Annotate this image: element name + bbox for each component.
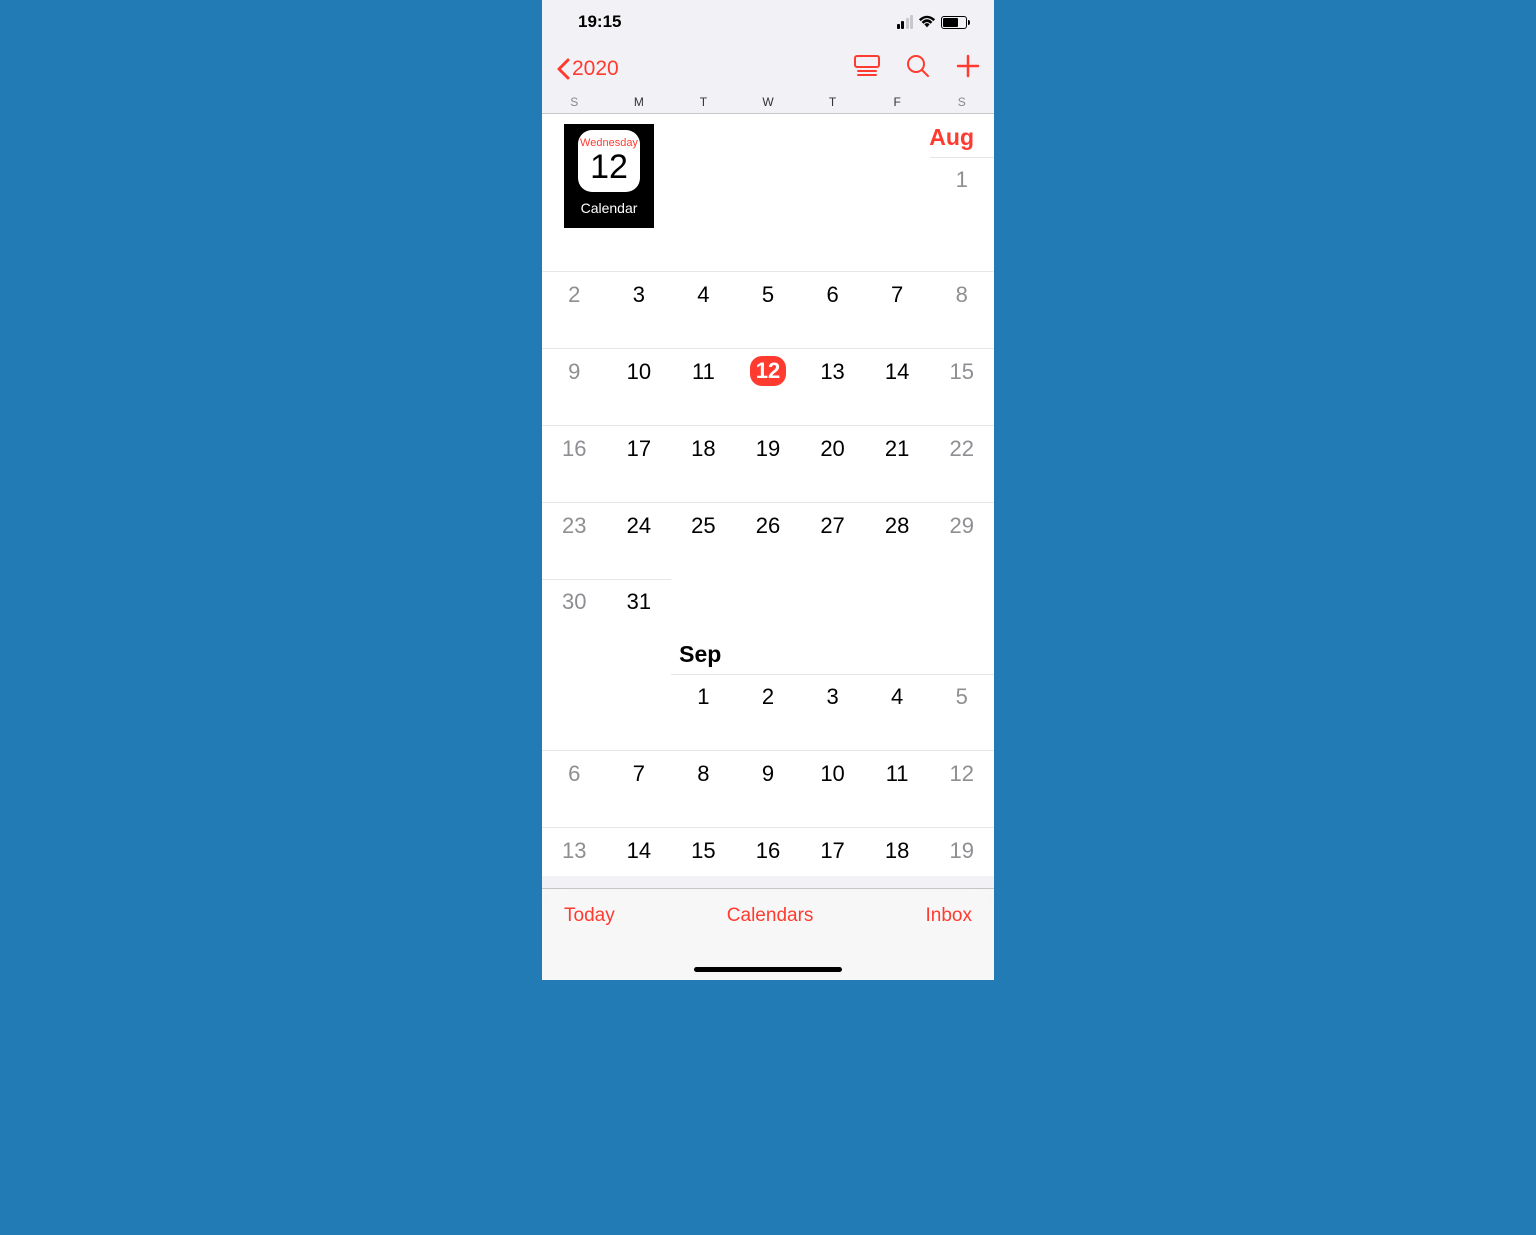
app-icon-overlay[interactable]: Wednesday 12 Calendar [564, 124, 654, 228]
day-cell[interactable]: 21 [865, 426, 930, 502]
battery-icon [941, 16, 970, 29]
status-right [897, 15, 971, 29]
day-cell[interactable]: 7 [865, 272, 930, 348]
nav-bar: 2020 [542, 44, 994, 93]
day-cell[interactable]: 15 [671, 828, 736, 876]
day-cell[interactable]: 17 [800, 828, 865, 876]
day-cell[interactable]: 26 [736, 503, 801, 579]
list-view-button[interactable] [854, 55, 880, 82]
day-cell[interactable]: 22 [929, 426, 994, 502]
calendars-button[interactable]: Calendars [727, 905, 814, 927]
day-cell[interactable]: 9 [542, 349, 607, 425]
week-divider-partial [542, 579, 671, 580]
day-cell[interactable]: 11 [865, 751, 930, 827]
day-cell[interactable]: 23 [542, 503, 607, 579]
day-cell[interactable] [736, 157, 801, 271]
back-button[interactable]: 2020 [556, 57, 619, 81]
add-button[interactable] [956, 54, 980, 83]
day-cell[interactable]: 13 [542, 828, 607, 876]
status-bar: 19:15 [542, 0, 994, 44]
calendar-icon-day: 12 [590, 150, 628, 184]
weekday-label: S [929, 95, 994, 109]
day-cell[interactable]: 6 [542, 751, 607, 827]
back-label: 2020 [572, 57, 619, 81]
calendar-app-icon: Wednesday 12 [578, 130, 640, 192]
day-cell[interactable]: 4 [671, 272, 736, 348]
day-cell[interactable]: 8 [671, 751, 736, 827]
search-button[interactable] [906, 54, 930, 83]
day-cell[interactable]: 27 [800, 503, 865, 579]
weekday-header: S M T W T F S [542, 93, 994, 113]
weekday-label: S [542, 95, 607, 109]
day-cell[interactable]: 10 [800, 751, 865, 827]
day-cell[interactable]: 14 [865, 349, 930, 425]
nav-right-group [854, 54, 980, 83]
day-cell[interactable]: 1 [671, 674, 736, 750]
month-label-aug: Aug [929, 114, 994, 157]
day-cell[interactable]: 10 [607, 349, 672, 425]
list-view-icon [854, 55, 880, 77]
weekday-label: F [865, 95, 930, 109]
plus-icon [956, 54, 980, 78]
search-icon [906, 54, 930, 78]
wifi-icon [918, 15, 936, 29]
inbox-button[interactable]: Inbox [926, 905, 972, 927]
day-cell[interactable]: 8 [929, 272, 994, 348]
day-cell-today[interactable]: 12 [736, 349, 801, 425]
month-label-sep: Sep [671, 631, 736, 674]
day-cell[interactable]: 6 [800, 272, 865, 348]
app-icon-label: Calendar [581, 200, 638, 216]
day-cell[interactable]: 5 [929, 674, 994, 750]
day-cell[interactable]: 28 [865, 503, 930, 579]
day-cell[interactable]: 24 [607, 503, 672, 579]
day-cell[interactable]: 4 [865, 674, 930, 750]
calendar-scroll-area[interactable]: Aug 1 2 3 4 5 6 7 8 [542, 114, 994, 876]
today-button[interactable]: Today [564, 905, 615, 927]
day-cell[interactable]: 2 [736, 674, 801, 750]
day-cell[interactable] [607, 674, 672, 750]
cellular-signal-icon [897, 15, 914, 29]
day-cell[interactable]: 3 [800, 674, 865, 750]
weekday-label: M [607, 95, 672, 109]
month-underline [930, 157, 994, 158]
day-cell[interactable]: 2 [542, 272, 607, 348]
day-cell[interactable] [800, 157, 865, 271]
day-cell[interactable]: 11 [671, 349, 736, 425]
day-cell[interactable]: 12 [929, 751, 994, 827]
day-cell[interactable]: 19 [736, 426, 801, 502]
day-cell[interactable]: 16 [542, 426, 607, 502]
day-cell[interactable]: 17 [607, 426, 672, 502]
day-cell[interactable]: 25 [671, 503, 736, 579]
day-cell[interactable]: 3 [607, 272, 672, 348]
day-cell[interactable]: 15 [929, 349, 994, 425]
today-indicator: 12 [750, 356, 786, 386]
day-cell[interactable]: 18 [865, 828, 930, 876]
month-section-sep: Sep 1 2 3 4 5 6 7 8 9 10 [542, 631, 994, 876]
day-cell[interactable]: 13 [800, 349, 865, 425]
weekday-label: T [671, 95, 736, 109]
day-cell[interactable]: 9 [736, 751, 801, 827]
day-cell[interactable]: 18 [671, 426, 736, 502]
chevron-left-icon [556, 58, 570, 80]
day-cell[interactable] [542, 674, 607, 750]
day-cell[interactable]: 19 [929, 828, 994, 876]
day-cell[interactable] [865, 157, 930, 271]
day-cell[interactable] [671, 157, 736, 271]
week-divider-partial [671, 674, 994, 675]
day-cell[interactable]: 29 [929, 503, 994, 579]
day-cell[interactable]: 16 [736, 828, 801, 876]
day-cell[interactable]: 14 [607, 828, 672, 876]
weekday-label: W [736, 95, 801, 109]
weekday-label: T [800, 95, 865, 109]
status-time: 19:15 [578, 12, 621, 32]
day-cell[interactable]: 20 [800, 426, 865, 502]
phone-screen: 19:15 2020 S [542, 0, 994, 980]
day-cell[interactable]: 5 [736, 272, 801, 348]
home-indicator[interactable] [694, 967, 842, 972]
day-cell[interactable]: 7 [607, 751, 672, 827]
bottom-toolbar: Today Calendars Inbox [542, 888, 994, 980]
day-cell[interactable]: 1 [929, 157, 994, 271]
